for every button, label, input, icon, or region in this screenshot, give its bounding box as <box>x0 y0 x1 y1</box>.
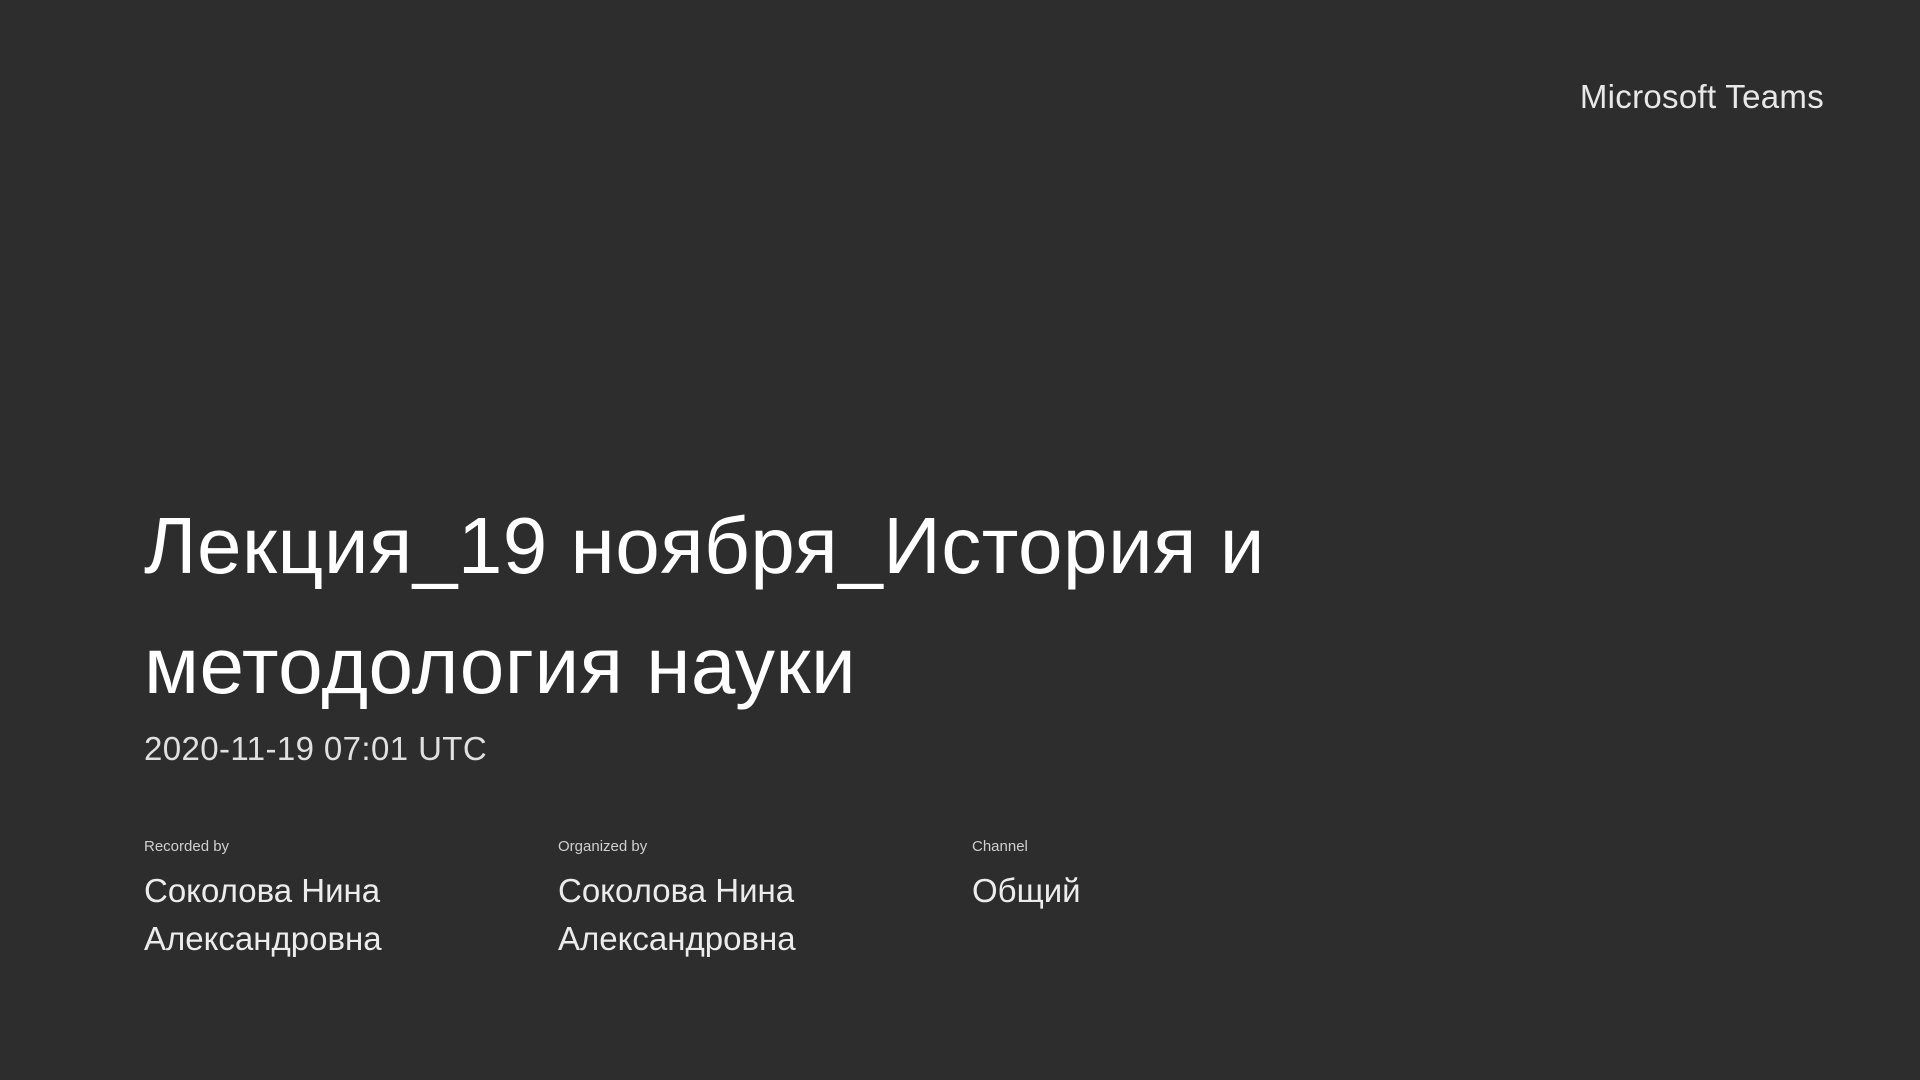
meta-label: Channel <box>972 838 1028 855</box>
meta-value: Соколова Нина Александровна <box>144 872 382 957</box>
meta-recorded-by: Recorded by Соколова Нина Александровна <box>144 838 558 963</box>
recording-title-card: Microsoft Teams Лекция_19 ноября_История… <box>0 0 1920 1080</box>
recording-datetime: 2020-11-19 07:01 UTC <box>144 730 488 767</box>
recording-info: Лекция_19 ноября_История и методология н… <box>144 486 1544 963</box>
recording-meta: Recorded by Соколова Нина Александровна … <box>144 838 1544 963</box>
meta-value: Общий <box>972 872 1081 909</box>
meta-label: Organized by <box>558 838 648 855</box>
meta-value: Соколова Нина Александровна <box>558 872 796 957</box>
recording-title: Лекция_19 ноября_История и методология н… <box>144 501 1265 710</box>
meta-organized-by: Organized by Соколова Нина Александровна <box>558 838 972 963</box>
meta-channel: Channel Общий <box>972 838 1386 963</box>
app-brand: Microsoft Teams <box>1579 78 1824 115</box>
meta-label: Recorded by <box>144 838 230 855</box>
